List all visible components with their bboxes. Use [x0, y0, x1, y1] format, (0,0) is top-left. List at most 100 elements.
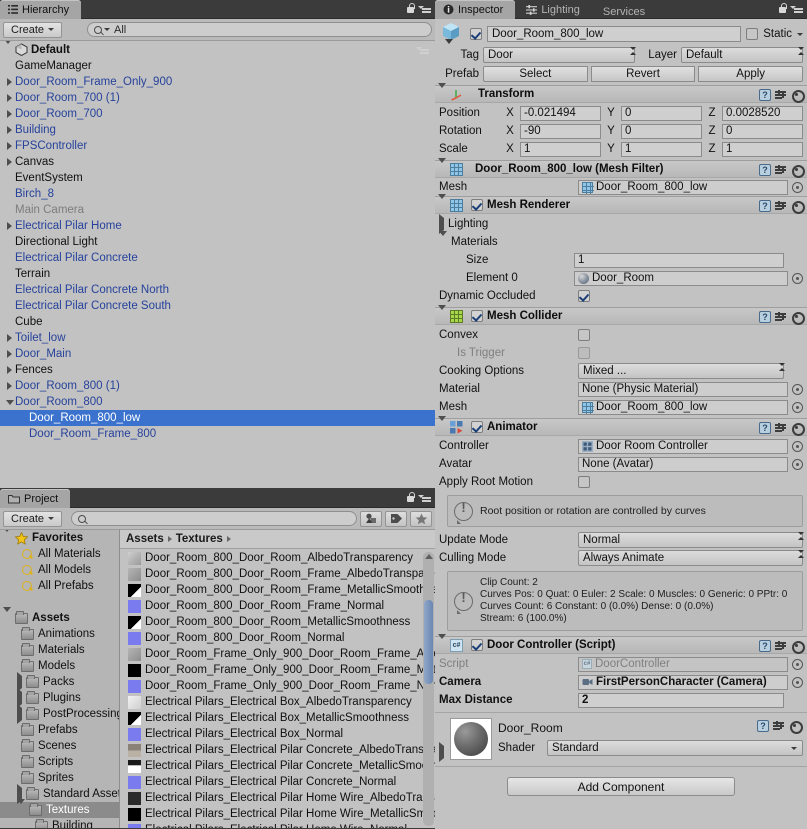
mesh-renderer-lighting-row[interactable]: Lighting [439, 215, 803, 233]
mesh-renderer-expand-triangle[interactable] [438, 199, 446, 211]
asset-list-item[interactable]: Door_Room_800_Door_Room_MetallicSmoothne… [120, 614, 435, 630]
expand-triangle[interactable] [4, 138, 15, 154]
scroll-up-arrow-icon[interactable] [425, 554, 433, 559]
project-asset-list[interactable]: Door_Room_800_Door_Room_AlbedoTransparen… [120, 550, 435, 828]
max-distance-input[interactable]: 2 [578, 692, 784, 708]
object-active-checkbox[interactable] [470, 28, 482, 40]
filter-by-label-button[interactable] [385, 510, 407, 527]
asset-list-item[interactable]: Electrical Pilars_Electrical Pilar Home … [120, 822, 435, 828]
animator-controller-object-picker[interactable] [792, 440, 803, 452]
project-tree-item-scenes[interactable]: Scenes [0, 738, 119, 754]
hierarchy-item-door-room-800-1[interactable]: Door_Room_800 (1) [0, 378, 435, 394]
asset-list-item[interactable]: Door_Room_Frame_Only_900_Door_Room_Frame… [120, 662, 435, 678]
hierarchy-item-canvas[interactable]: Canvas [0, 154, 435, 170]
hierarchy-item-directional-light[interactable]: Directional Light [0, 234, 435, 250]
hierarchy-item-door-room-700-1[interactable]: Door_Room_700 (1) [0, 90, 435, 106]
help-icon[interactable]: ? [759, 422, 771, 434]
animator-avatar-field[interactable]: None (Avatar) [578, 456, 788, 472]
lock-icon[interactable] [406, 3, 415, 14]
panel-menu-icon[interactable] [418, 492, 431, 503]
hierarchy-item-door-room-frame-only-900[interactable]: Door_Room_Frame_Only_900 [0, 74, 435, 90]
collider-mesh-field[interactable]: Door_Room_800_low [578, 399, 788, 415]
asset-list-item[interactable]: Electrical Pilars_Electrical Pilar Concr… [120, 758, 435, 774]
expand-triangle[interactable] [4, 394, 15, 410]
hierarchy-item-terrain[interactable]: Terrain [0, 266, 435, 282]
script-object-picker[interactable] [792, 658, 803, 670]
transform-rotation-x-input[interactable]: -90 [520, 123, 601, 139]
mesh-collider-enabled-checkbox[interactable] [471, 310, 483, 322]
gear-icon[interactable] [791, 164, 805, 178]
expand-triangle[interactable] [3, 532, 11, 544]
prefab-select-button[interactable]: Select [483, 66, 588, 82]
asset-list-item[interactable]: Electrical Pilars_Electrical Pilar Home … [120, 806, 435, 822]
help-icon[interactable]: ? [759, 311, 771, 323]
animator-component-header[interactable]: Animator ? [435, 418, 807, 436]
materials-expand-triangle[interactable] [439, 236, 447, 248]
asset-list-item[interactable]: Door_Room_800_Door_Room_Frame_Normal [120, 598, 435, 614]
mesh-renderer-enabled-checkbox[interactable] [471, 199, 483, 211]
expand-triangle[interactable] [17, 676, 22, 688]
project-tree-item-favorites[interactable]: Favorites [0, 530, 119, 546]
door-controller-enabled-checkbox[interactable] [471, 639, 483, 651]
preset-icon[interactable] [775, 640, 787, 652]
asset-list-item[interactable]: Door_Room_800_Door_Room_Frame_AlbedoTran… [120, 566, 435, 582]
static-checkbox[interactable] [746, 28, 759, 40]
scene-menu-icon[interactable] [416, 44, 429, 55]
mesh-renderer-component-header[interactable]: Mesh Renderer ? [435, 196, 807, 214]
tag-dropdown[interactable]: Door [483, 47, 635, 63]
transform-scale-z-input[interactable]: 1 [722, 141, 803, 157]
hierarchy-item-door-room-700[interactable]: Door_Room_700 [0, 106, 435, 122]
hierarchy-item-cube[interactable]: Cube [0, 314, 435, 330]
animator-expand-triangle[interactable] [438, 421, 446, 433]
project-tree-item-assets[interactable]: Assets [0, 610, 119, 626]
asset-list-item[interactable]: Door_Room_Frame_Only_900_Door_Room_Frame… [120, 678, 435, 694]
hierarchy-item-electrical-pilar-concrete-south[interactable]: Electrical Pilar Concrete South [0, 298, 435, 314]
asset-list-item[interactable]: Electrical Pilars_Electrical Box_AlbedoT… [120, 694, 435, 710]
transform-component-header[interactable]: Transform ? [435, 85, 807, 103]
layer-dropdown[interactable]: Default [681, 47, 803, 63]
panel-menu-icon[interactable] [790, 3, 803, 14]
materials-element0-field[interactable]: Door_Room [574, 270, 788, 286]
scene-root-row[interactable]: Default [0, 41, 435, 58]
hierarchy-item-fences[interactable]: Fences [0, 362, 435, 378]
hierarchy-item-door-main[interactable]: Door_Main [0, 346, 435, 362]
hierarchy-search-input[interactable]: All [87, 22, 432, 37]
expand-triangle[interactable] [4, 346, 15, 362]
lighting-expand-triangle[interactable] [439, 218, 444, 230]
favorite-star-button[interactable] [410, 510, 432, 527]
gear-icon[interactable] [789, 720, 803, 734]
project-tree-item-all-materials[interactable]: All Materials [0, 546, 119, 562]
help-icon[interactable]: ? [757, 720, 769, 732]
hierarchy-item-gamemanager[interactable]: GameManager [0, 58, 435, 74]
expand-triangle[interactable] [4, 106, 15, 122]
breadcrumb-item-textures[interactable]: Textures [176, 533, 223, 545]
project-search-input[interactable] [71, 511, 357, 526]
dynamic-occluded-checkbox[interactable] [578, 290, 590, 302]
gear-icon[interactable] [791, 311, 805, 325]
gear-icon[interactable] [791, 89, 805, 103]
transform-rotation-z-input[interactable]: 0 [722, 123, 803, 139]
search-filter-chevron-icon[interactable] [104, 28, 111, 31]
camera-object-picker[interactable] [792, 676, 803, 688]
tab-inspector[interactable]: Inspector [435, 0, 516, 19]
expand-triangle[interactable] [4, 74, 15, 90]
help-icon[interactable]: ? [759, 640, 771, 652]
door-controller-component-header[interactable]: c# Door Controller (Script) ? [435, 636, 807, 654]
hierarchy-item-door-room-800[interactable]: Door_Room_800 [0, 394, 435, 410]
preset-icon[interactable] [773, 720, 785, 732]
expand-triangle[interactable] [4, 362, 15, 378]
hierarchy-item-door-room-800-low[interactable]: Door_Room_800_low [0, 410, 435, 426]
transform-position-y-input[interactable]: 0 [621, 105, 702, 121]
asset-list-item[interactable]: Electrical Pilars_Electrical Box_Normal [120, 726, 435, 742]
gear-icon[interactable] [791, 422, 805, 436]
asset-list-item[interactable]: Door_Room_800_Door_Room_AlbedoTransparen… [120, 550, 435, 566]
hierarchy-tree[interactable]: Default GameManager Door_Room_Frame_Only_… [0, 41, 435, 488]
hierarchy-item-birch-8[interactable]: Birch_8 [0, 186, 435, 202]
project-tree-item-textures[interactable]: Textures [0, 802, 119, 818]
hierarchy-item-toilet-low[interactable]: Toilet_low [0, 330, 435, 346]
expand-triangle[interactable] [4, 122, 15, 138]
expand-triangle[interactable] [17, 692, 22, 704]
tab-project[interactable]: Project [0, 489, 71, 508]
transform-rotation-y-input[interactable]: 0 [621, 123, 702, 139]
project-folder-tree[interactable]: Favorites All Materials All Models All Pref… [0, 530, 120, 828]
